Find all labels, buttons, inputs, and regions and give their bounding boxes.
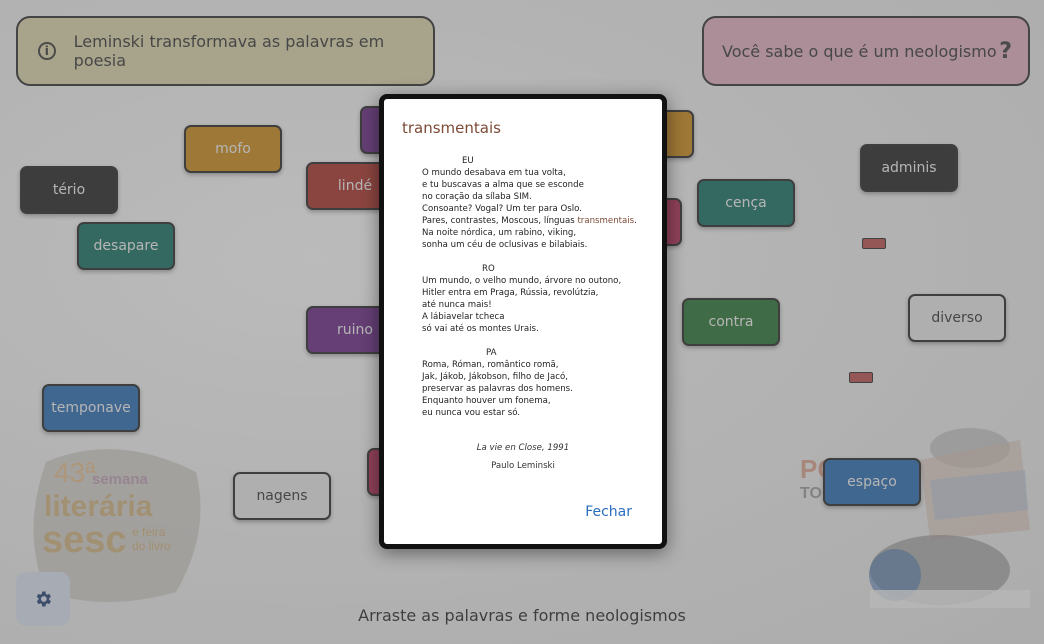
close-button[interactable]: Fechar — [585, 504, 632, 520]
poem-line: e tu buscavas a alma que se esconde — [422, 180, 584, 190]
stanza: EU O mundo desabava em tua volta, e tu b… — [422, 155, 637, 251]
poem-line: Jak, Jákob, Jákobson, filho de Jacó, — [422, 372, 568, 382]
poem-source: La vie en Close, 1991 — [476, 443, 570, 453]
poem-line: até nunca mais! — [422, 300, 492, 310]
poem-line: Hitler entra em Praga, Rússia, revolútzi… — [422, 288, 599, 298]
stanza: RO Um mundo, o velho mundo, árvore no ou… — [422, 263, 637, 335]
stanza-title: EU — [462, 156, 474, 166]
poem-dialog: transmentais EU O mundo desabava em tua … — [379, 94, 667, 549]
poem-line: sonha um céu de oclusivas e bilabiais. — [422, 240, 588, 250]
poem-line: Na noite nórdica, um rabino, viking, — [422, 228, 577, 238]
poem-line: só vai até os montes Urais. — [422, 324, 539, 334]
poem-line: Pares, contrastes, Moscous, línguas tran… — [422, 216, 637, 226]
poem-line: Roma, Róman, romântico romã, — [422, 360, 559, 370]
poem-line: eu nunca vou estar só. — [422, 408, 521, 418]
poem-line: Consoante? Vogal? Um ter para Oslo. — [422, 204, 583, 214]
poem-line: no coração da sílaba SIM. — [422, 192, 532, 202]
highlighted-word: transmentais — [577, 216, 635, 226]
poem-line-text: Pares, contrastes, Moscous, línguas — [422, 216, 578, 226]
stanza-title: RO — [482, 264, 495, 274]
poem-line: Um mundo, o velho mundo, árvore no outon… — [422, 276, 622, 286]
poem-line: Enquanto houver um fonema, — [422, 396, 551, 406]
stanza: PA Roma, Róman, romântico romã, Jak, Ják… — [422, 347, 637, 419]
poem-line: preservar as palavras dos homens. — [422, 384, 573, 394]
stanza-title: PA — [486, 348, 497, 358]
poem-line: A lábiavelar tcheca — [422, 312, 505, 322]
poem-body: EU O mundo desabava em tua volta, e tu b… — [422, 155, 637, 431]
dialog-title: transmentais — [402, 119, 501, 137]
poem-author: Paulo Leminski — [491, 461, 555, 471]
poem-line: O mundo desabava em tua volta, — [422, 168, 566, 178]
